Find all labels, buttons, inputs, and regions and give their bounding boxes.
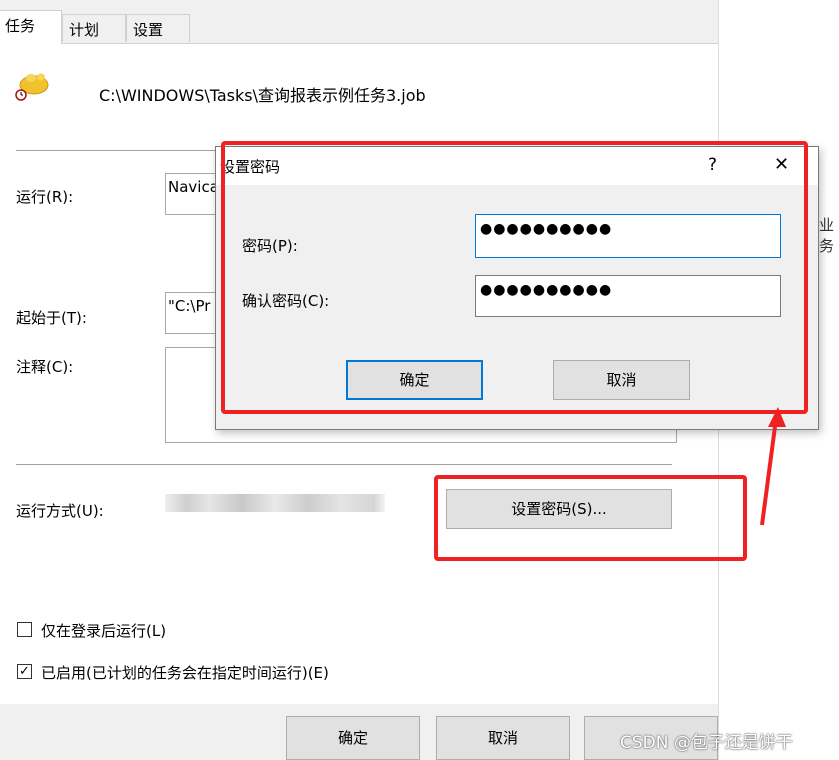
scheduled-task-icon [14,68,50,102]
checkmark-icon: ✓ [19,664,30,679]
ok-button-label: 确定 [337,729,368,747]
watermark: CSDN @包子还是饼干 [620,733,793,753]
tab-settings[interactable]: 设置 [126,14,190,42]
cancel-button[interactable]: 取消 [436,716,570,760]
annotation-arrow-icon [760,407,786,526]
run-as-label: 运行方式(U): [16,502,104,520]
divider [16,464,672,465]
start-in-label: 起始于(T): [16,309,87,327]
tab-schedule[interactable]: 计划 [62,14,126,42]
run-input-value: Navica [168,178,219,196]
task-path: C:\WINDOWS\Tasks\查询报表示例任务3.job [99,86,426,105]
comment-label: 注释(C): [16,358,74,376]
start-in-input-value: "C:\Pr [168,297,211,315]
only-logged-on-checkbox[interactable] [17,622,32,637]
annotation-box-dialog [221,141,808,414]
enabled-checkbox[interactable]: ✓ [17,664,32,679]
run-as-blurred-account[interactable] [165,490,425,516]
enabled-label: 已启用(已计划的任务会在指定时间运行)(E) [41,664,329,682]
tab-schedule-label: 计划 [69,21,100,39]
cancel-button-label: 取消 [487,729,518,747]
tab-task-label: 任务 [5,17,36,35]
ok-button[interactable]: 确定 [286,716,420,760]
background-partial-text: 业 务 [819,216,835,255]
only-logged-on-label: 仅在登录后运行(L) [41,622,167,640]
annotation-box-set-password [434,475,747,561]
run-label: 运行(R): [16,188,74,206]
tab-settings-label: 设置 [133,21,164,39]
tab-task[interactable]: 任务 [0,10,62,44]
